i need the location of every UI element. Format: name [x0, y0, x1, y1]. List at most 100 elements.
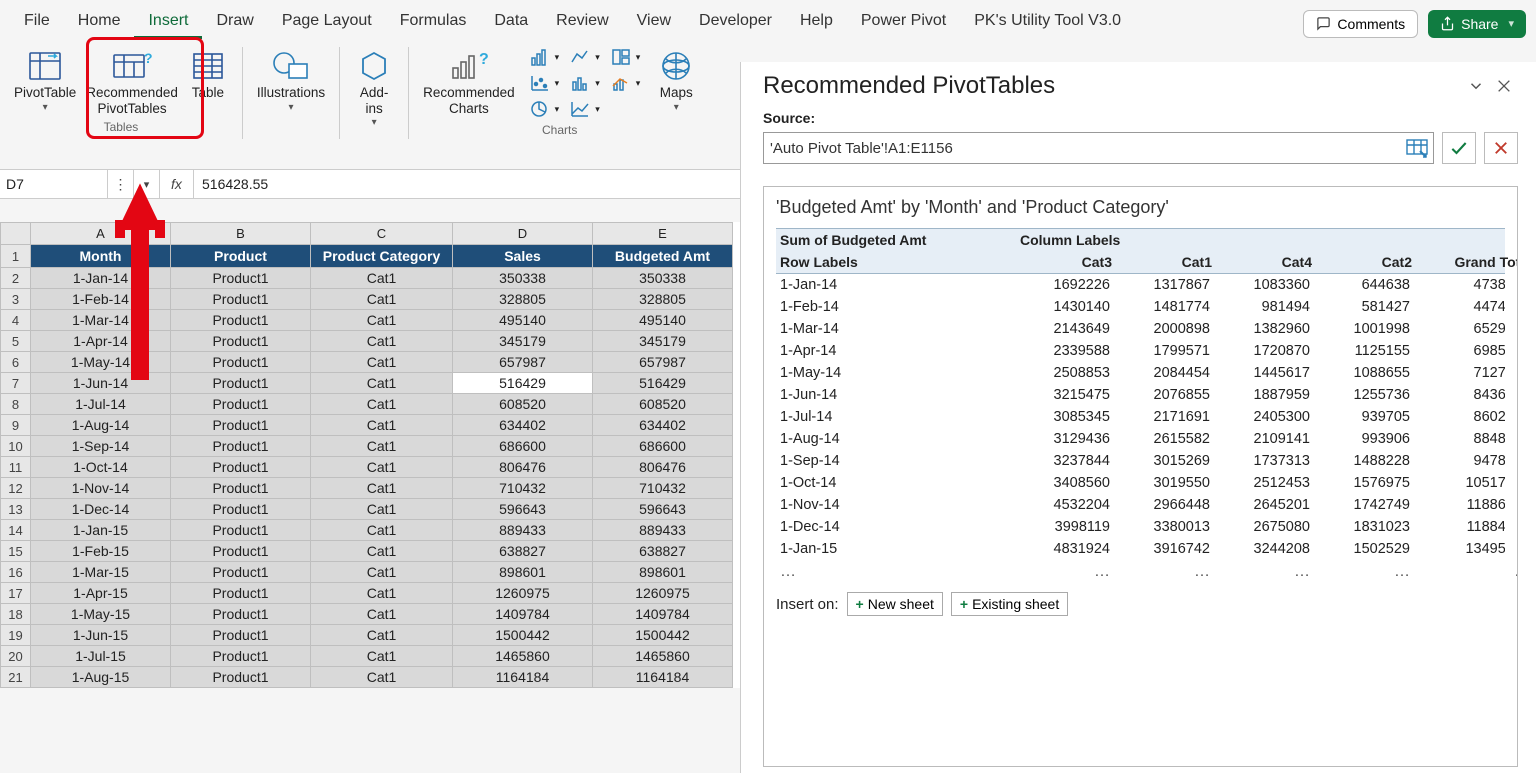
cell[interactable]: 1-Jun-15 [31, 625, 171, 646]
tab-review[interactable]: Review [542, 8, 622, 39]
cell[interactable]: Product1 [171, 562, 311, 583]
column-title[interactable]: Month [31, 245, 171, 268]
tab-page-layout[interactable]: Page Layout [268, 8, 386, 39]
column-title[interactable]: Sales [453, 245, 593, 268]
tab-help[interactable]: Help [786, 8, 847, 39]
cell[interactable]: 710432 [593, 478, 733, 499]
cell[interactable]: Product1 [171, 394, 311, 415]
column-title[interactable]: Product Category [311, 245, 453, 268]
cell[interactable]: Product1 [171, 541, 311, 562]
more-charts-button[interactable]: ▾ [565, 97, 604, 121]
cell[interactable]: 1-Mar-15 [31, 562, 171, 583]
col-header[interactable]: A [31, 223, 171, 245]
cell[interactable]: Product1 [171, 268, 311, 289]
row-header[interactable]: 17 [1, 583, 31, 604]
cell[interactable]: Cat1 [311, 625, 453, 646]
select-all-corner[interactable] [1, 223, 31, 245]
pivot-preview[interactable]: 'Budgeted Amt' by 'Month' and 'Product C… [763, 186, 1518, 767]
cell[interactable]: 634402 [593, 415, 733, 436]
cell[interactable]: Product1 [171, 310, 311, 331]
row-header[interactable]: 21 [1, 667, 31, 688]
cell[interactable]: 1-Sep-14 [31, 436, 171, 457]
name-box[interactable]: D7 [0, 170, 108, 198]
row-header[interactable]: 9 [1, 415, 31, 436]
cell[interactable]: Product1 [171, 583, 311, 604]
tab-file[interactable]: File [10, 8, 64, 39]
cell[interactable]: 1260975 [453, 583, 593, 604]
cell[interactable]: 898601 [593, 562, 733, 583]
tab-home[interactable]: Home [64, 8, 135, 39]
existing-sheet-button[interactable]: +Existing sheet [951, 592, 1068, 616]
cell[interactable]: Cat1 [311, 541, 453, 562]
cell[interactable]: Product1 [171, 457, 311, 478]
cell[interactable]: 1-Nov-14 [31, 478, 171, 499]
row-header[interactable]: 16 [1, 562, 31, 583]
column-chart-button[interactable]: ▾ [525, 45, 564, 69]
confirm-button[interactable] [1442, 132, 1476, 164]
cell[interactable]: 516429 [453, 373, 593, 394]
table-button[interactable]: Table [184, 45, 232, 118]
scatter-chart-button[interactable]: ▾ [525, 71, 564, 95]
share-button[interactable]: Share ▾ [1428, 10, 1526, 38]
cell[interactable]: Cat1 [311, 583, 453, 604]
cell[interactable]: 1-Aug-15 [31, 667, 171, 688]
name-box-dropdown[interactable]: ⋮ [108, 170, 134, 198]
row-header[interactable]: 3 [1, 289, 31, 310]
cell[interactable]: 608520 [453, 394, 593, 415]
tab-formulas[interactable]: Formulas [386, 8, 481, 39]
cell[interactable]: Cat1 [311, 646, 453, 667]
tab-power-pivot[interactable]: Power Pivot [847, 8, 960, 39]
new-sheet-button[interactable]: +New sheet [847, 592, 943, 616]
cell[interactable]: 328805 [593, 289, 733, 310]
cell[interactable]: Cat1 [311, 667, 453, 688]
cell[interactable]: 1-Jun-14 [31, 373, 171, 394]
cell[interactable]: Cat1 [311, 604, 453, 625]
close-button[interactable] [1490, 72, 1518, 100]
cell[interactable]: 350338 [593, 268, 733, 289]
cell[interactable]: Cat1 [311, 331, 453, 352]
cell[interactable]: Cat1 [311, 457, 453, 478]
cell[interactable]: 889433 [453, 520, 593, 541]
comments-button[interactable]: Comments [1303, 10, 1418, 38]
row-header[interactable]: 2 [1, 268, 31, 289]
cell[interactable]: Product1 [171, 520, 311, 541]
cell[interactable]: Cat1 [311, 415, 453, 436]
cell[interactable]: Cat1 [311, 520, 453, 541]
cell[interactable]: Product1 [171, 289, 311, 310]
cell[interactable]: Product1 [171, 352, 311, 373]
cell[interactable]: 1465860 [453, 646, 593, 667]
row-header[interactable]: 1 [1, 245, 31, 268]
cell[interactable]: Product1 [171, 499, 311, 520]
cell[interactable]: 686600 [593, 436, 733, 457]
cell[interactable]: 1-Jul-15 [31, 646, 171, 667]
worksheet[interactable]: A B C D E 1MonthProductProduct CategoryS… [0, 222, 740, 688]
cell[interactable]: 516429 [593, 373, 733, 394]
collapse-button[interactable] [1462, 72, 1490, 100]
addins-button[interactable]: Add- ins ▾ [350, 45, 398, 131]
illustrations-button[interactable]: Illustrations ▾ [253, 45, 329, 115]
cell[interactable]: 1-Oct-14 [31, 457, 171, 478]
cell[interactable]: 596643 [453, 499, 593, 520]
col-header[interactable]: B [171, 223, 311, 245]
cell[interactable]: 345179 [593, 331, 733, 352]
cell[interactable]: 1409784 [453, 604, 593, 625]
col-header[interactable]: D [453, 223, 593, 245]
cell[interactable]: 806476 [593, 457, 733, 478]
cell[interactable]: Cat1 [311, 373, 453, 394]
cell[interactable]: Cat1 [311, 310, 453, 331]
cell[interactable]: 1164184 [453, 667, 593, 688]
cell[interactable]: Cat1 [311, 562, 453, 583]
cell[interactable]: 328805 [453, 289, 593, 310]
tab-insert[interactable]: Insert [134, 8, 202, 39]
cell[interactable]: 1409784 [593, 604, 733, 625]
cell[interactable]: 350338 [453, 268, 593, 289]
cell[interactable]: 898601 [453, 562, 593, 583]
cell[interactable]: 345179 [453, 331, 593, 352]
cell[interactable]: Cat1 [311, 499, 453, 520]
cell[interactable]: 1260975 [593, 583, 733, 604]
cell[interactable]: Cat1 [311, 394, 453, 415]
cell[interactable]: 1-Apr-14 [31, 331, 171, 352]
cell[interactable]: 1-Feb-15 [31, 541, 171, 562]
cell[interactable]: 495140 [593, 310, 733, 331]
range-picker-button[interactable] [1405, 137, 1429, 161]
